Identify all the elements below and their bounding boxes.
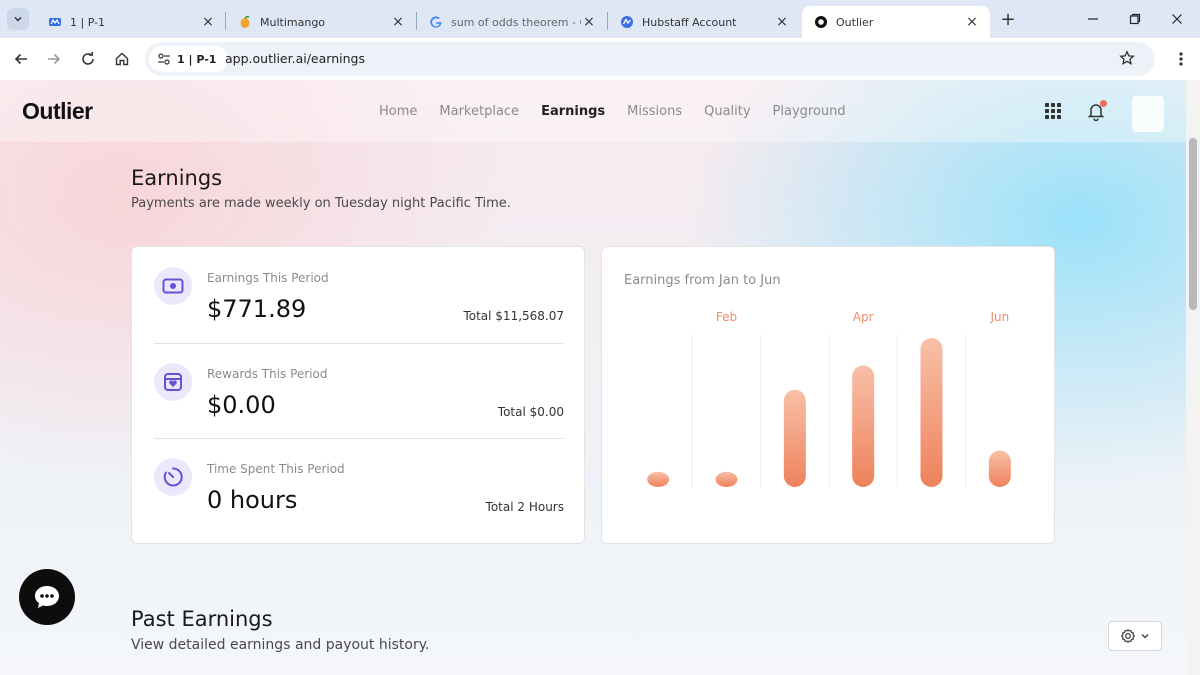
reload-icon bbox=[82, 52, 94, 65]
chart-bar-jan[interactable] bbox=[647, 471, 670, 487]
period-stats-card: Earnings This Period $771.89 Total $11,5… bbox=[131, 246, 585, 544]
time-spent-stat: Time Spent This Period 0 hours Total 2 H… bbox=[154, 438, 564, 532]
nav-playground[interactable]: Playground bbox=[773, 104, 846, 119]
home-button[interactable] bbox=[110, 47, 134, 71]
nav-missions[interactable]: Missions bbox=[627, 104, 682, 119]
chart-month-label: Apr bbox=[853, 310, 874, 324]
stat-value: $771.89 bbox=[207, 295, 307, 323]
timer-icon bbox=[154, 458, 192, 496]
page-subtitle: Payments are made weekly on Tuesday nigh… bbox=[131, 196, 511, 211]
stat-total: Total 2 Hours bbox=[485, 500, 564, 514]
site-settings-icon bbox=[157, 53, 171, 65]
close-window-button[interactable] bbox=[1166, 8, 1188, 30]
gear-icon bbox=[1120, 628, 1136, 644]
stat-total: Total $11,568.07 bbox=[463, 309, 564, 323]
avatar[interactable] bbox=[1132, 96, 1164, 132]
arrow-right-icon bbox=[48, 53, 61, 65]
browser-tab[interactable]: Multimango × bbox=[226, 6, 416, 38]
chat-support-button[interactable] bbox=[19, 569, 75, 625]
rewards-stat: Rewards This Period $0.00 Total $0.00 bbox=[154, 343, 564, 437]
mango-favicon bbox=[238, 15, 252, 29]
outlier-logo[interactable]: Outlier bbox=[22, 98, 93, 125]
close-icon bbox=[1172, 14, 1182, 24]
chevron-down-icon bbox=[14, 16, 22, 22]
hubstaff-favicon bbox=[620, 15, 634, 29]
tab-title: sum of odds theorem - G bbox=[451, 15, 581, 29]
tab-title: 1 | P-1 bbox=[70, 15, 106, 29]
tab-title: Outlier bbox=[836, 15, 874, 29]
chart-bar-mar[interactable] bbox=[783, 389, 806, 487]
address-bar[interactable]: 1 | P-1 app.outlier.ai/earnings bbox=[145, 42, 1155, 76]
url-text[interactable]: app.outlier.ai/earnings bbox=[225, 51, 365, 66]
browser-tabstrip: 1 | P-1 × Multimango × sum of odds theor… bbox=[0, 0, 1200, 38]
page-scrollbar[interactable] bbox=[1186, 80, 1200, 675]
notifications-bell-icon[interactable] bbox=[1085, 100, 1107, 122]
google-favicon bbox=[429, 15, 443, 29]
chart-bar-feb[interactable] bbox=[715, 471, 738, 487]
nav-earnings[interactable]: Earnings bbox=[541, 104, 605, 119]
new-tab-button[interactable]: + bbox=[997, 8, 1019, 30]
chart-month-label: Feb bbox=[716, 310, 737, 324]
past-earnings-title: Past Earnings bbox=[131, 607, 273, 631]
main-nav: Home Marketplace Earnings Missions Quali… bbox=[379, 104, 846, 119]
browser-tab[interactable]: sum of odds theorem - G × bbox=[417, 6, 607, 38]
back-button[interactable] bbox=[9, 47, 33, 71]
nav-home[interactable]: Home bbox=[379, 104, 417, 119]
chart-bar-jun[interactable] bbox=[988, 450, 1011, 487]
bookmark-star-icon[interactable] bbox=[1119, 50, 1135, 70]
app-header: Outlier Home Marketplace Earnings Missio… bbox=[0, 80, 1186, 142]
close-tab-icon[interactable]: × bbox=[581, 14, 597, 30]
outlier-favicon bbox=[814, 15, 828, 29]
arrow-left-icon bbox=[14, 53, 27, 65]
chat-bubble-icon bbox=[35, 586, 59, 608]
minimize-button[interactable] bbox=[1082, 8, 1104, 30]
tab-search-button[interactable] bbox=[7, 8, 29, 30]
browser-toolbar: 1 | P-1 app.outlier.ai/earnings bbox=[0, 38, 1200, 80]
site-info-chip[interactable]: 1 | P-1 bbox=[149, 46, 229, 72]
earnings-bar-chart: Feb Apr Jun bbox=[647, 310, 1011, 487]
more-vertical-icon bbox=[1179, 52, 1183, 66]
scrollbar-thumb[interactable] bbox=[1189, 138, 1197, 310]
home-icon bbox=[115, 52, 129, 66]
browser-tab-active[interactable]: Outlier × bbox=[802, 6, 990, 38]
stat-label: Earnings This Period bbox=[207, 271, 329, 285]
stat-value: $0.00 bbox=[207, 391, 276, 419]
close-tab-icon[interactable]: × bbox=[774, 14, 790, 30]
mindmap-favicon bbox=[48, 15, 62, 29]
money-icon bbox=[154, 267, 192, 305]
page-title: Earnings bbox=[131, 166, 223, 190]
chart-month-label: Jun bbox=[989, 310, 1009, 324]
apps-grid-icon[interactable] bbox=[1042, 100, 1064, 122]
gift-icon bbox=[154, 363, 192, 401]
restore-icon bbox=[1129, 13, 1141, 25]
browser-menu-button[interactable] bbox=[1171, 47, 1191, 71]
browser-tab[interactable]: 1 | P-1 × bbox=[36, 6, 226, 38]
tab-title: Multimango bbox=[260, 15, 326, 29]
reload-button[interactable] bbox=[76, 47, 100, 71]
minimize-icon bbox=[1088, 18, 1098, 20]
forward-button[interactable] bbox=[42, 47, 66, 71]
stat-total: Total $0.00 bbox=[497, 405, 564, 419]
chevron-down-icon bbox=[1141, 634, 1149, 639]
earnings-stat: Earnings This Period $771.89 Total $11,5… bbox=[154, 247, 564, 341]
past-earnings-subtitle: View detailed earnings and payout histor… bbox=[131, 637, 430, 653]
stat-label: Rewards This Period bbox=[207, 367, 328, 381]
nav-quality[interactable]: Quality bbox=[704, 104, 750, 119]
close-tab-icon[interactable]: × bbox=[200, 14, 216, 30]
stat-value: 0 hours bbox=[207, 486, 298, 514]
nav-marketplace[interactable]: Marketplace bbox=[439, 104, 519, 119]
page-content: Outlier Home Marketplace Earnings Missio… bbox=[0, 80, 1186, 675]
restore-button[interactable] bbox=[1124, 8, 1146, 30]
table-settings-button[interactable] bbox=[1108, 621, 1162, 651]
chart-bar-apr[interactable] bbox=[852, 365, 875, 487]
close-tab-icon[interactable]: × bbox=[390, 14, 406, 30]
browser-tab[interactable]: Hubstaff Account × bbox=[608, 6, 800, 38]
stat-label: Time Spent This Period bbox=[207, 462, 345, 476]
tab-title: Hubstaff Account bbox=[642, 15, 737, 29]
notification-dot bbox=[1100, 100, 1107, 107]
chart-bar-may[interactable] bbox=[920, 338, 943, 487]
close-tab-icon[interactable]: × bbox=[964, 14, 980, 30]
site-chip-label: 1 | P-1 bbox=[177, 52, 217, 66]
earnings-chart-card: Earnings from Jan to Jun Feb Apr Jun bbox=[601, 246, 1055, 544]
